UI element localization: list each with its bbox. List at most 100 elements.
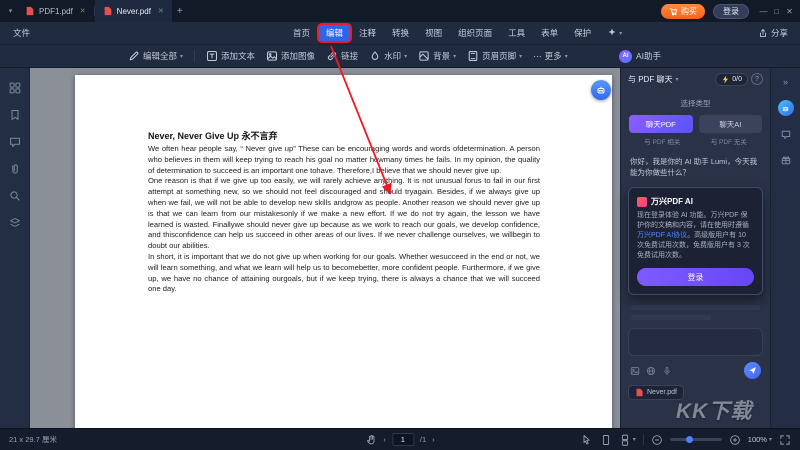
zoom-out-icon[interactable] — [651, 434, 663, 446]
zoom-slider-thumb[interactable] — [686, 436, 693, 443]
more-tools-button[interactable]: ⋯ 更多 ▾ — [533, 50, 568, 62]
ai-chat-panel: 与 PDF 聊天 ▾ 0/0 ? 选择类型 聊天PDF 聊天AI 与 PDF 相… — [620, 68, 770, 428]
chevron-down-icon: ▾ — [675, 76, 678, 83]
zoom-level-dropdown[interactable]: 100% ▾ — [748, 435, 772, 444]
send-button[interactable] — [744, 362, 761, 379]
gift-icon[interactable] — [780, 154, 792, 166]
edit-all-button[interactable]: 编辑全部 ▾ — [128, 50, 183, 62]
statusbar: 21 x 29.7 厘米 ‹ /1 › ▾ 100% ▾ — [0, 428, 800, 450]
menu-items: 首页 编辑 注释 转换 视图 组织页面 工具 表单 保护 ▾ — [286, 22, 628, 44]
single-page-view-icon[interactable] — [600, 434, 612, 446]
ai-login-button[interactable]: 登录 — [637, 268, 754, 286]
pencil-icon — [128, 50, 140, 62]
menu-forms[interactable]: 表单 — [534, 25, 565, 41]
chat-pdf-caption: 与 PDF 相关 — [629, 136, 696, 146]
continuous-view-icon — [619, 434, 631, 446]
login-button[interactable]: 登录 — [713, 4, 749, 19]
tab-never[interactable]: Never.pdf ✕ — [95, 0, 172, 22]
bookmark-icon[interactable] — [9, 109, 21, 121]
background-icon — [418, 50, 430, 62]
ai-assistant-button[interactable]: AI AI助手 — [619, 50, 661, 63]
document-viewer[interactable]: Never, Never Give Up 永不言弃 We often hear … — [30, 68, 620, 428]
zoom-in-icon[interactable] — [729, 434, 741, 446]
share-icon — [758, 28, 768, 38]
titlebar-right: 购买 登录 — □ ✕ — [661, 4, 796, 19]
watermark-icon — [369, 50, 381, 62]
menu-comment[interactable]: 注释 — [352, 25, 383, 41]
zoom-slider[interactable] — [670, 438, 722, 441]
card-text: 现在登录体验 AI 功能。万兴PDF 保护你的文稿和内容，请在使用时遵循 — [637, 212, 749, 229]
feedback-chat-icon[interactable] — [780, 129, 792, 141]
comment-icon[interactable] — [9, 136, 21, 148]
attachment-icon[interactable] — [9, 163, 21, 175]
buy-button[interactable]: 购买 — [661, 4, 705, 19]
chevron-down-icon: ▾ — [633, 436, 636, 443]
image-icon — [266, 50, 278, 62]
menu-edit[interactable]: 编辑 — [319, 25, 350, 41]
menu-convert[interactable]: 转换 — [385, 25, 416, 41]
attached-file-row: Never.pdf — [628, 385, 763, 400]
minimize-button[interactable]: — — [757, 7, 770, 16]
fullscreen-icon[interactable] — [779, 434, 791, 446]
add-image-button[interactable]: 添加图像 — [266, 50, 315, 62]
maximize-button[interactable]: □ — [770, 7, 783, 16]
insert-image-icon[interactable] — [630, 366, 640, 376]
right-sidebar: » — [770, 68, 800, 428]
chat-ai-button[interactable]: 聊天AI — [699, 115, 763, 133]
pdf-file-icon — [635, 388, 644, 397]
hand-tool-icon[interactable] — [365, 434, 377, 446]
lightning-icon — [721, 75, 730, 84]
attached-file-chip[interactable]: Never.pdf — [628, 385, 684, 400]
menu-tools[interactable]: 工具 — [501, 25, 532, 41]
magic-tools-button[interactable]: ▾ — [600, 27, 628, 39]
page-navigation: ‹ /1 › — [365, 433, 434, 446]
chat-pdf-button[interactable]: 聊天PDF — [629, 115, 693, 133]
header-footer-button[interactable]: 页眉页脚 ▾ — [467, 50, 522, 62]
page-size-label: 21 x 29.7 厘米 — [9, 434, 57, 445]
attached-file-name: Never.pdf — [647, 389, 677, 396]
watermark-button[interactable]: 水印 ▾ — [369, 50, 407, 62]
header-footer-icon — [467, 50, 479, 62]
link-button[interactable]: 链接 — [326, 50, 358, 62]
collapse-panel-icon[interactable]: » — [783, 77, 788, 87]
close-tab-icon[interactable]: ✕ — [80, 7, 86, 15]
login-card-header: 万兴PDF AI — [637, 196, 754, 207]
globe-icon[interactable] — [646, 366, 656, 376]
ai-greeting-message: 你好，我是你的 AI 助手 Lumi，今天我能为你做些什么？ — [621, 146, 770, 178]
ai-agreement-link[interactable]: 万兴PDF AI协议 — [637, 232, 687, 239]
select-tool-icon[interactable] — [581, 434, 593, 446]
prev-page-icon[interactable]: ‹ — [383, 435, 386, 444]
add-text-button[interactable]: 添加文本 — [206, 50, 255, 62]
share-button[interactable]: 分享 — [758, 22, 788, 44]
menu-protect[interactable]: 保护 — [567, 25, 598, 41]
pdf-page[interactable]: Never, Never Give Up 永不言弃 We often hear … — [75, 75, 612, 428]
quota-pill[interactable]: 0/0 — [715, 73, 748, 86]
background-button[interactable]: 背景 ▾ — [418, 50, 456, 62]
thumbnails-icon[interactable] — [9, 82, 21, 94]
ai-avatar-icon[interactable] — [778, 100, 794, 116]
tab-pdf1[interactable]: PDF1.pdf ✕ — [17, 0, 94, 22]
more-label: 更多 — [545, 50, 562, 62]
menu-file[interactable]: 文件 — [0, 27, 43, 39]
close-tab-icon[interactable]: ✕ — [158, 7, 164, 15]
page-layout-dropdown[interactable]: ▾ — [619, 434, 636, 446]
help-icon[interactable]: ? — [751, 73, 763, 85]
add-image-label: 添加图像 — [281, 50, 315, 62]
pdf-file-icon — [103, 6, 113, 16]
search-icon[interactable] — [9, 190, 21, 202]
next-page-icon[interactable]: › — [432, 435, 435, 444]
new-tab-button[interactable]: + — [172, 3, 188, 19]
menu-view[interactable]: 视图 — [418, 25, 449, 41]
close-window-button[interactable]: ✕ — [783, 7, 796, 16]
menubar: 文件 首页 编辑 注释 转换 视图 组织页面 工具 表单 保护 ▾ 分享 — [0, 22, 800, 44]
ai-login-card: 万兴PDF AI 现在登录体验 AI 功能。万兴PDF 保护你的文稿和内容，请在… — [628, 187, 763, 295]
menu-home[interactable]: 首页 — [286, 25, 317, 41]
chat-mode-dropdown[interactable]: 与 PDF 聊天 — [628, 74, 672, 85]
layers-icon[interactable] — [9, 217, 21, 229]
page-number-input[interactable] — [392, 433, 414, 446]
menu-organize-pages[interactable]: 组织页面 — [451, 25, 499, 41]
chat-input-box[interactable] — [628, 328, 763, 356]
microphone-icon[interactable] — [662, 366, 672, 376]
app-menu-icon[interactable]: ▾ — [4, 7, 17, 15]
ai-robot-floating-button[interactable] — [591, 80, 611, 100]
